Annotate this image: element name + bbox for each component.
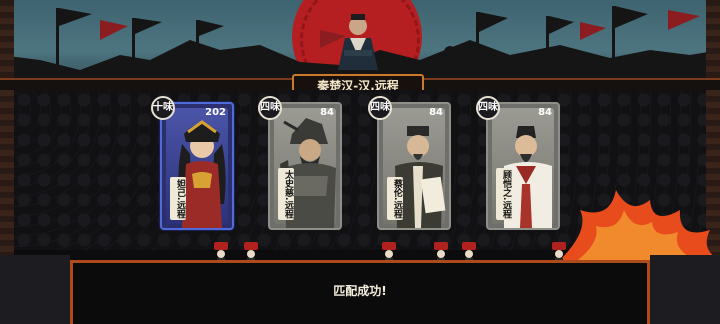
rank-badge: 十味 <box>151 96 175 120</box>
hero-card-3[interactable]: 84 蔡伦.远程 <box>377 102 451 230</box>
card-power: 84 <box>538 107 552 118</box>
rank-badge: 四味 <box>368 96 392 120</box>
hero-card-1[interactable]: 202 妲己.远程 <box>160 102 234 230</box>
hero-card-2[interactable]: 84 太史慈.远程 <box>268 102 342 230</box>
card-power: 84 <box>320 107 334 118</box>
card-name: 顾恺之.远程 <box>496 167 512 220</box>
rank-badge: 四味 <box>258 96 282 120</box>
rank-badge: 四味 <box>476 96 500 120</box>
card-power: 202 <box>205 107 226 118</box>
card-name: 太史慈.远程 <box>278 167 294 220</box>
card-name: 蔡伦.远程 <box>387 176 403 220</box>
card-power: 84 <box>429 107 443 118</box>
match-status-text: 匹配成功! <box>333 284 387 298</box>
card-name: 妲己.远程 <box>170 176 186 220</box>
hero-card-4[interactable]: 84 顾恺之.远程 <box>486 102 560 230</box>
